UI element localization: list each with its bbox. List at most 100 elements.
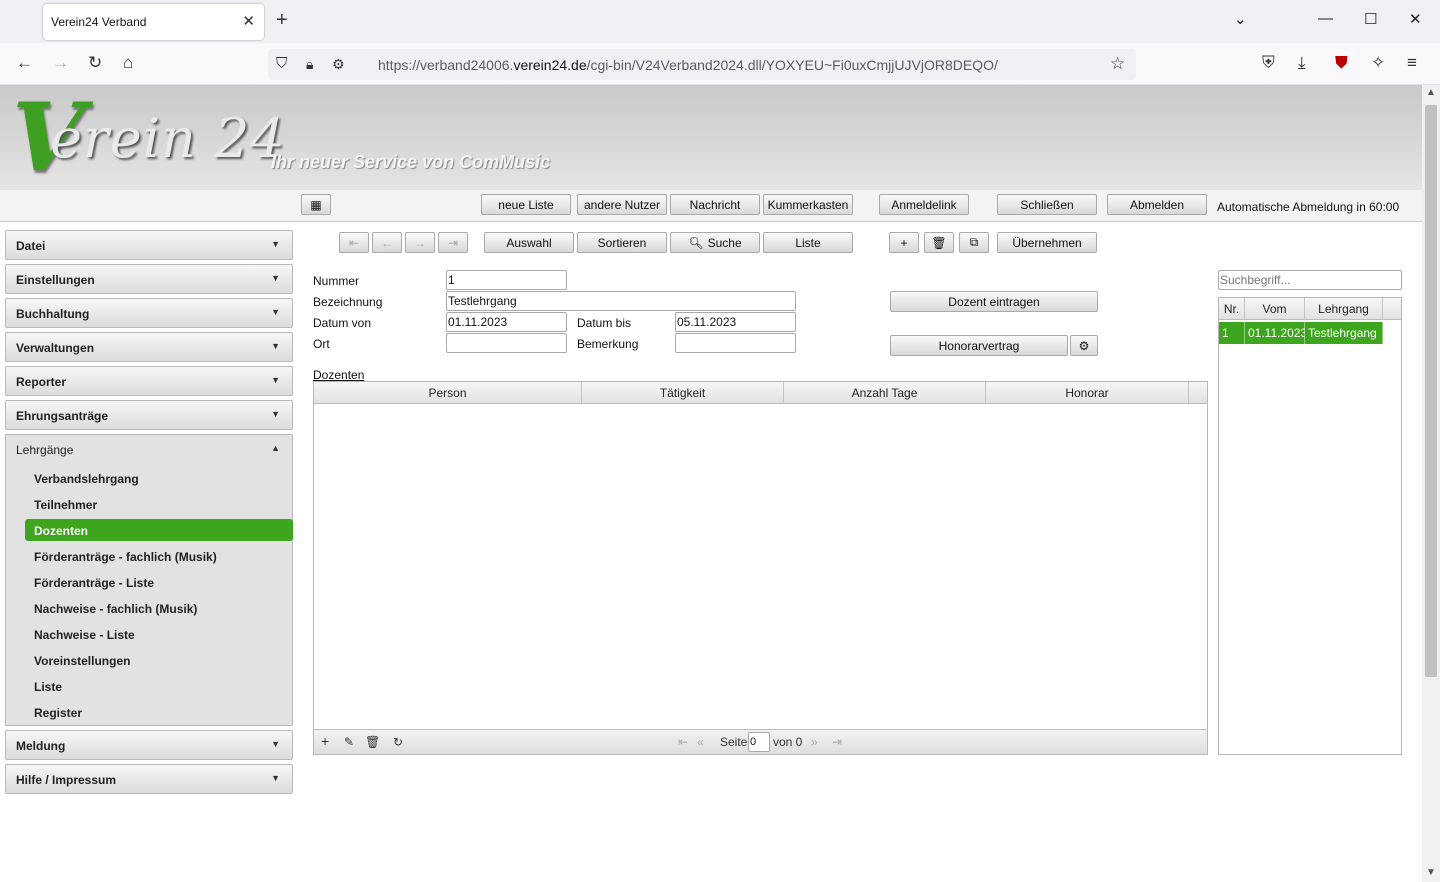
tab-list-chevron-icon[interactable]: ⌄ bbox=[1234, 10, 1247, 28]
sidebar-item-reporter[interactable]: Reporter ▼ bbox=[5, 366, 293, 396]
previous-record-button[interactable]: ← bbox=[372, 232, 402, 253]
suche-button[interactable]: 🔍︎ Suche bbox=[670, 232, 760, 253]
close-window-icon[interactable]: ✕ bbox=[1409, 10, 1422, 28]
add-row-icon[interactable]: + bbox=[321, 733, 329, 749]
refresh-icon[interactable]: ↻ bbox=[393, 735, 403, 749]
ublock-shield-icon[interactable]: ⛊ bbox=[1335, 54, 1348, 72]
close-tab-icon[interactable]: ✕ bbox=[242, 12, 255, 30]
dozenten-grid-title[interactable]: Dozenten bbox=[313, 368, 364, 382]
sidebar-subitem-liste[interactable]: Liste bbox=[25, 675, 293, 697]
sidebar-subitem-voreinstellungen[interactable]: Voreinstellungen bbox=[25, 649, 293, 671]
permissions-icon[interactable]: ⚙ bbox=[332, 55, 345, 73]
column-taetigkeit[interactable]: Tätigkeit bbox=[582, 382, 784, 404]
add-record-button[interactable]: + bbox=[889, 232, 919, 253]
column-nr[interactable]: Nr. bbox=[1219, 298, 1245, 320]
ort-label: Ort bbox=[313, 337, 330, 351]
abmelden-button[interactable]: Abmelden bbox=[1107, 194, 1207, 215]
datum-bis-input[interactable] bbox=[675, 312, 796, 332]
reload-icon[interactable]: ↻ bbox=[88, 54, 102, 72]
page-scrollbar[interactable]: ▲ ▼ bbox=[1422, 85, 1440, 882]
anmeldelink-button[interactable]: Anmeldelink bbox=[879, 194, 969, 215]
schliessen-button[interactable]: Schließen bbox=[997, 194, 1097, 215]
menu-toggle-button[interactable]: ▦ bbox=[301, 194, 331, 215]
last-page-icon[interactable]: ⇥ bbox=[832, 735, 842, 749]
back-icon[interactable]: ← bbox=[16, 54, 33, 72]
bookmark-star-icon[interactable]: ☆ bbox=[1110, 55, 1125, 73]
andere-nutzer-button[interactable]: andere Nutzer bbox=[577, 194, 667, 215]
neue-liste-button[interactable]: neue Liste bbox=[481, 194, 571, 215]
nachricht-button[interactable]: Nachricht bbox=[670, 194, 760, 215]
maximize-icon[interactable]: ☐ bbox=[1364, 10, 1377, 28]
new-tab-icon[interactable]: + bbox=[276, 9, 288, 31]
download-icon[interactable]: ⤓ bbox=[1298, 54, 1306, 72]
list-row-nr[interactable]: 1 bbox=[1219, 322, 1245, 344]
next-page-icon[interactable]: » bbox=[811, 735, 818, 749]
sidebar-subitem-verbandslehrgang[interactable]: Verbandslehrgang bbox=[25, 467, 293, 489]
scroll-thumb[interactable] bbox=[1425, 105, 1437, 677]
first-record-button[interactable]: ⇤ bbox=[339, 232, 369, 253]
ort-input[interactable] bbox=[446, 333, 567, 353]
sidebar-subitem-teilnehmer[interactable]: Teilnehmer bbox=[25, 493, 293, 515]
gear-icon: ⚙ bbox=[1078, 338, 1090, 353]
scroll-down-icon[interactable]: ▼ bbox=[1426, 867, 1436, 878]
sortieren-button[interactable]: Sortieren bbox=[577, 232, 667, 253]
tracking-protection-shield-icon[interactable]: ⛉ bbox=[276, 55, 287, 73]
browser-tab[interactable]: Verein24 Verband ✕ bbox=[43, 4, 264, 40]
sidebar-item-datei[interactable]: Datei ▼ bbox=[5, 230, 293, 260]
column-anzahl-tage[interactable]: Anzahl Tage bbox=[784, 382, 986, 404]
scroll-up-icon[interactable]: ▲ bbox=[1426, 87, 1436, 98]
sidebar-item-hilfe-impressum[interactable]: Hilfe / Impressum ▼ bbox=[5, 764, 293, 794]
datum-von-input[interactable] bbox=[446, 312, 567, 332]
page-content: V erein 24 Ihr neuer Service von ComMusi… bbox=[0, 85, 1422, 882]
app-menu-icon[interactable]: ≡ bbox=[1407, 54, 1417, 72]
previous-page-icon[interactable]: « bbox=[697, 735, 704, 749]
kummerkasten-button[interactable]: Kummerkasten bbox=[763, 194, 853, 215]
sidebar-subitem-register[interactable]: Register bbox=[25, 701, 293, 723]
honorarvertrag-settings-button[interactable]: ⚙ bbox=[1070, 335, 1098, 356]
sidebar-subitem-nachweise-fachlich[interactable]: Nachweise - fachlich (Musik) bbox=[25, 597, 293, 619]
delete-row-icon[interactable]: 🗑︎ bbox=[365, 735, 380, 749]
list-row-vom[interactable]: 01.11.2023 bbox=[1245, 322, 1307, 344]
copy-icon: ⧉ bbox=[969, 235, 979, 249]
pocket-icon[interactable]: ⛨ bbox=[1262, 54, 1275, 72]
sidebar-item-buchhaltung[interactable]: Buchhaltung ▼ bbox=[5, 298, 293, 328]
edit-row-icon[interactable]: ✎ bbox=[344, 735, 354, 749]
sidebar-item-label: Datei bbox=[16, 239, 46, 253]
auswahl-button[interactable]: Auswahl bbox=[484, 232, 574, 253]
bezeichnung-input[interactable] bbox=[446, 291, 796, 311]
copy-record-button[interactable]: ⧉ bbox=[959, 232, 989, 253]
honorarvertrag-button[interactable]: Honorarvertrag bbox=[890, 335, 1068, 356]
bemerkung-input[interactable] bbox=[675, 333, 796, 353]
first-page-icon[interactable]: ⇤ bbox=[678, 735, 688, 749]
liste-button[interactable]: Liste bbox=[763, 232, 853, 253]
sidebar-item-einstellungen[interactable]: Einstellungen ▼ bbox=[5, 264, 293, 294]
column-person[interactable]: Person bbox=[314, 382, 582, 404]
list-row-lehrgang[interactable]: Testlehrgang bbox=[1305, 322, 1383, 344]
sidebar-item-meldung[interactable]: Meldung ▼ bbox=[5, 730, 293, 760]
url-text[interactable]: https://verband24006.verein24.de/cgi-bin… bbox=[378, 57, 998, 73]
sidebar-item-verwaltungen[interactable]: Verwaltungen ▼ bbox=[5, 332, 293, 362]
sidebar-item-lehrgaenge[interactable]: Lehrgänge ▲ bbox=[6, 435, 292, 465]
home-icon[interactable]: ⌂ bbox=[123, 54, 133, 72]
column-lehrgang[interactable]: Lehrgang bbox=[1305, 298, 1383, 320]
next-record-button[interactable]: → bbox=[405, 232, 435, 253]
column-vom[interactable]: Vom bbox=[1245, 298, 1305, 320]
page-number-input[interactable] bbox=[748, 732, 770, 752]
uebernehmen-button[interactable]: Übernehmen bbox=[997, 232, 1097, 253]
nummer-input[interactable] bbox=[446, 270, 567, 290]
lock-icon[interactable]: 🔒︎ bbox=[306, 55, 313, 73]
delete-record-button[interactable]: 🗑︎ bbox=[924, 232, 954, 253]
sidebar-subitem-foerderantraege-fachlich[interactable]: Förderanträge - fachlich (Musik) bbox=[25, 545, 293, 567]
sidebar-subitem-dozenten[interactable]: Dozenten bbox=[25, 519, 293, 541]
url-bar[interactable]: ⛉ 🔒︎ ⚙ https://verband24006.verein24.de/… bbox=[268, 49, 1136, 80]
search-input[interactable] bbox=[1218, 270, 1402, 290]
last-record-button[interactable]: ⇥ bbox=[438, 232, 468, 253]
sidebar-item-ehrungsantraege[interactable]: Ehrungsanträge ▼ bbox=[5, 400, 293, 430]
forward-icon[interactable]: → bbox=[52, 54, 69, 72]
sidebar-subitem-nachweise-liste[interactable]: Nachweise - Liste bbox=[25, 623, 293, 645]
minimize-icon[interactable]: — bbox=[1318, 10, 1333, 27]
dozent-eintragen-button[interactable]: Dozent eintragen bbox=[890, 291, 1098, 312]
extensions-icon[interactable]: ✧ bbox=[1371, 54, 1385, 72]
sidebar-subitem-foerderantraege-liste[interactable]: Förderanträge - Liste bbox=[25, 571, 293, 593]
column-honorar[interactable]: Honorar bbox=[986, 382, 1189, 404]
